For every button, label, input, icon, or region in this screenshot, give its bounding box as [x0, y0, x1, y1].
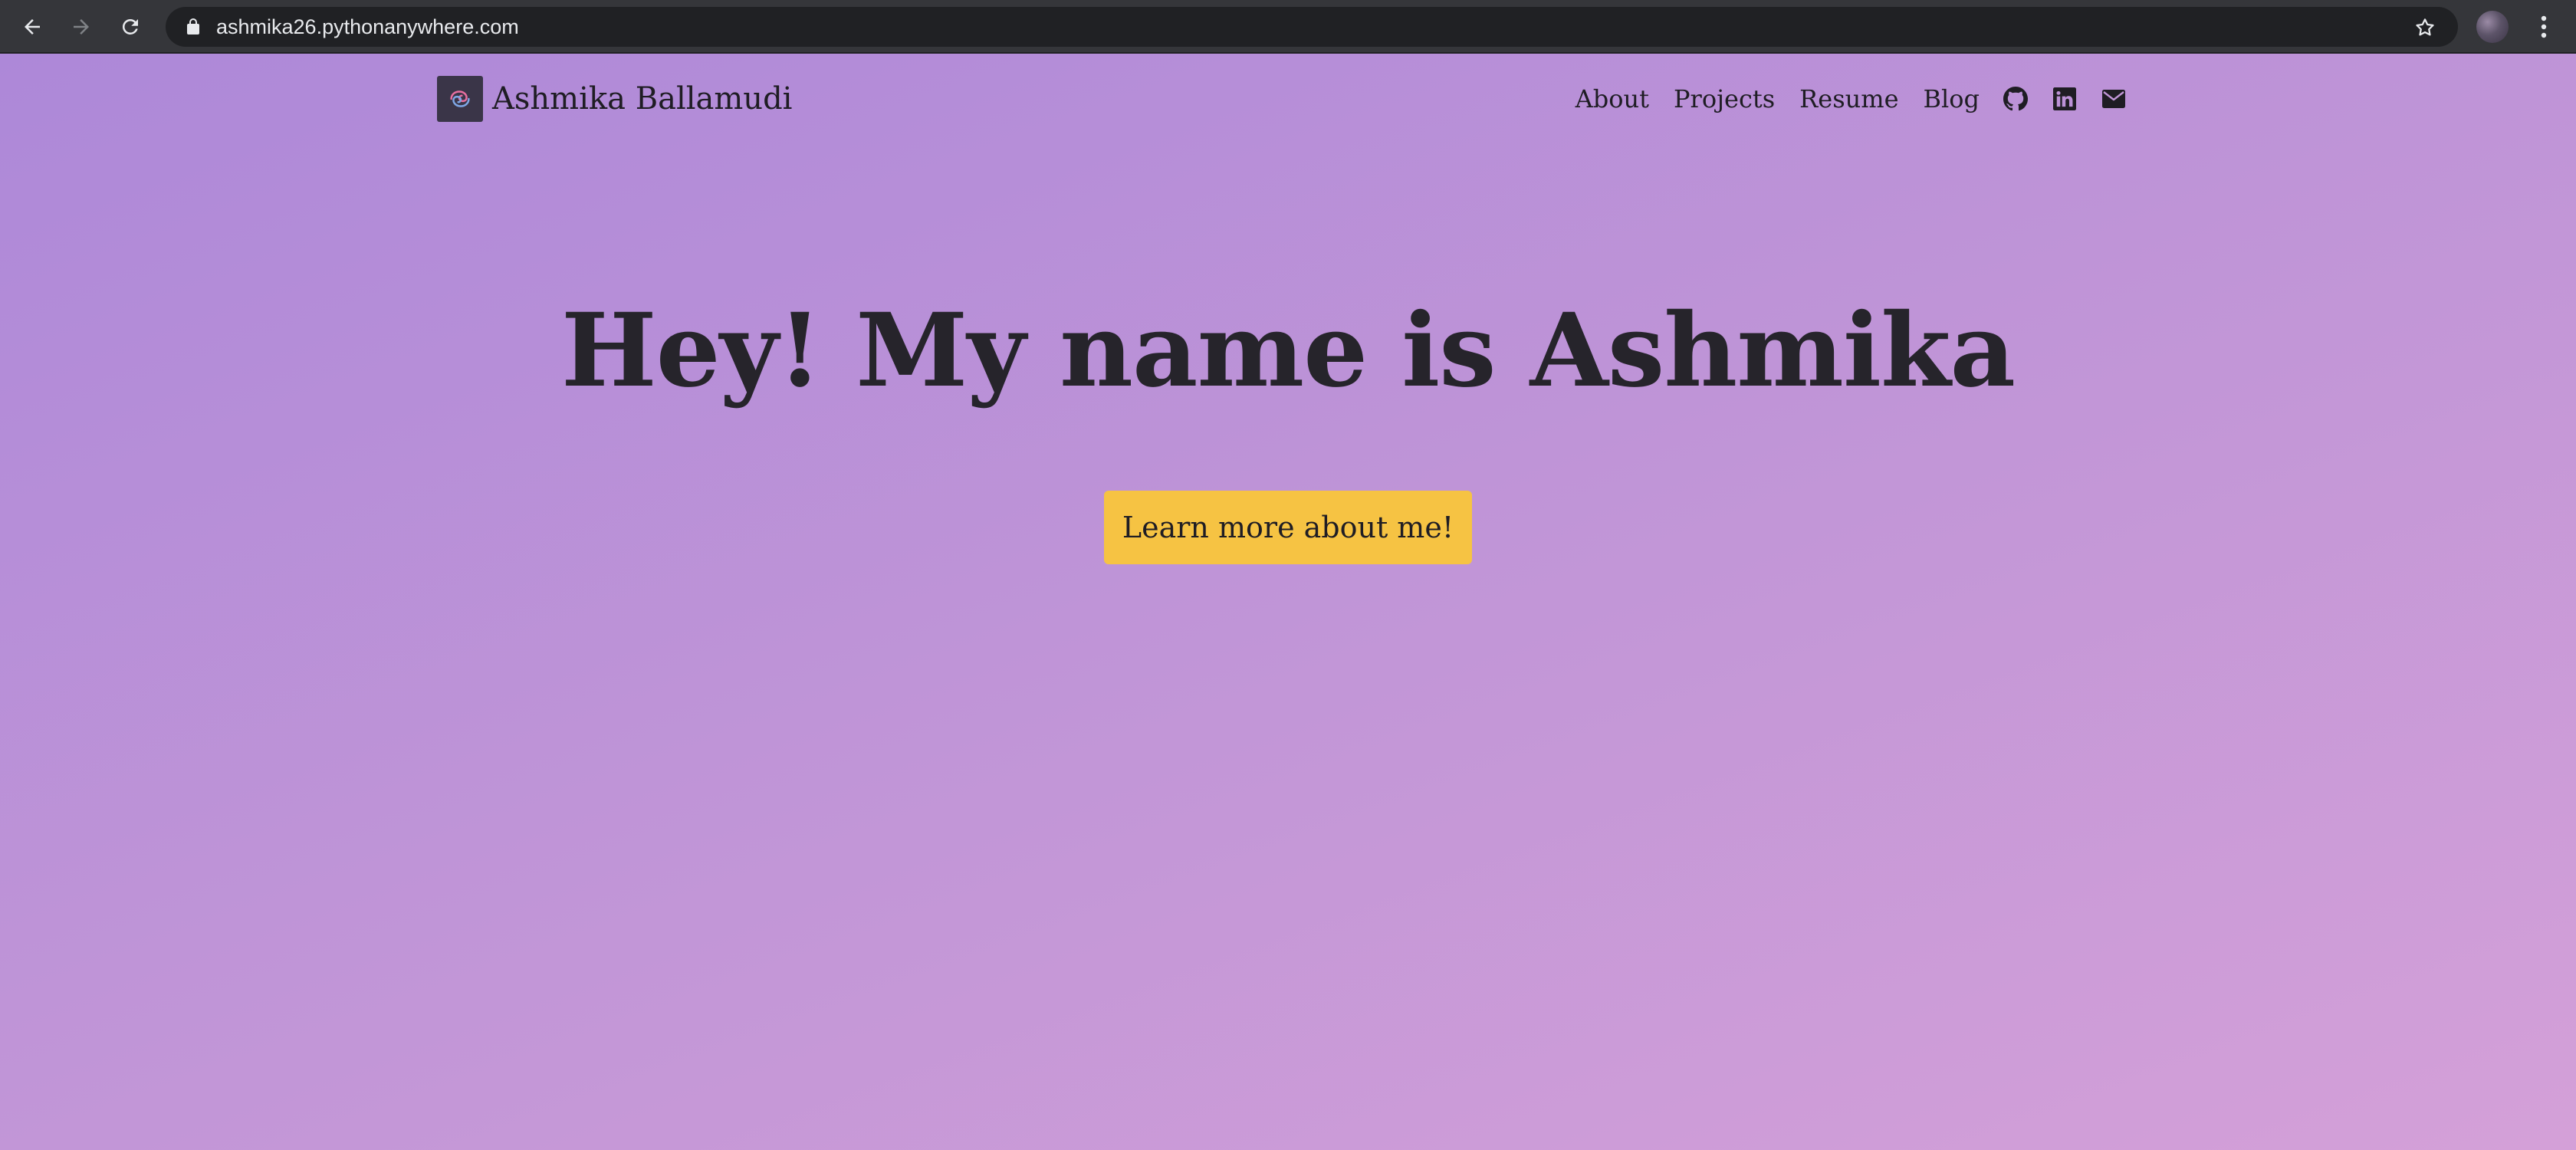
- page-content: Ashmika Ballamudi About Projects Resume …: [0, 54, 2576, 1150]
- hero-title: Hey! My name is Ashmika: [560, 291, 2016, 410]
- profile-avatar[interactable]: [2476, 11, 2509, 43]
- top-navbar: Ashmika Ballamudi About Projects Resume …: [437, 75, 2127, 123]
- nav-links: About Projects Resume Blog: [1576, 75, 2127, 123]
- lock-icon: [187, 18, 199, 34]
- browser-toolbar: ashmika26.pythonanywhere.com: [0, 0, 2576, 54]
- nav-link-resume[interactable]: Resume: [1799, 84, 1898, 113]
- brand-name: Ashmika Ballamudi: [492, 81, 793, 117]
- kebab-menu-icon[interactable]: [2528, 11, 2559, 43]
- learn-more-button[interactable]: Learn more about me!: [1104, 491, 1472, 564]
- envelope-icon[interactable]: [2101, 86, 2127, 112]
- address-bar[interactable]: ashmika26.pythonanywhere.com: [166, 7, 2458, 47]
- back-arrow-icon[interactable]: [15, 10, 49, 44]
- reload-icon[interactable]: [113, 10, 147, 44]
- nav-link-blog[interactable]: Blog: [1924, 84, 1980, 113]
- url-text[interactable]: ashmika26.pythonanywhere.com: [216, 7, 519, 47]
- nav-link-projects[interactable]: Projects: [1674, 84, 1775, 113]
- brand-link[interactable]: Ashmika Ballamudi: [437, 75, 792, 123]
- logo-icon: [437, 76, 483, 122]
- forward-arrow-icon[interactable]: [64, 10, 98, 44]
- linkedin-icon[interactable]: [2052, 86, 2078, 112]
- nav-link-about[interactable]: About: [1576, 84, 1649, 113]
- github-icon[interactable]: [2003, 86, 2029, 112]
- star-icon[interactable]: [2413, 16, 2436, 39]
